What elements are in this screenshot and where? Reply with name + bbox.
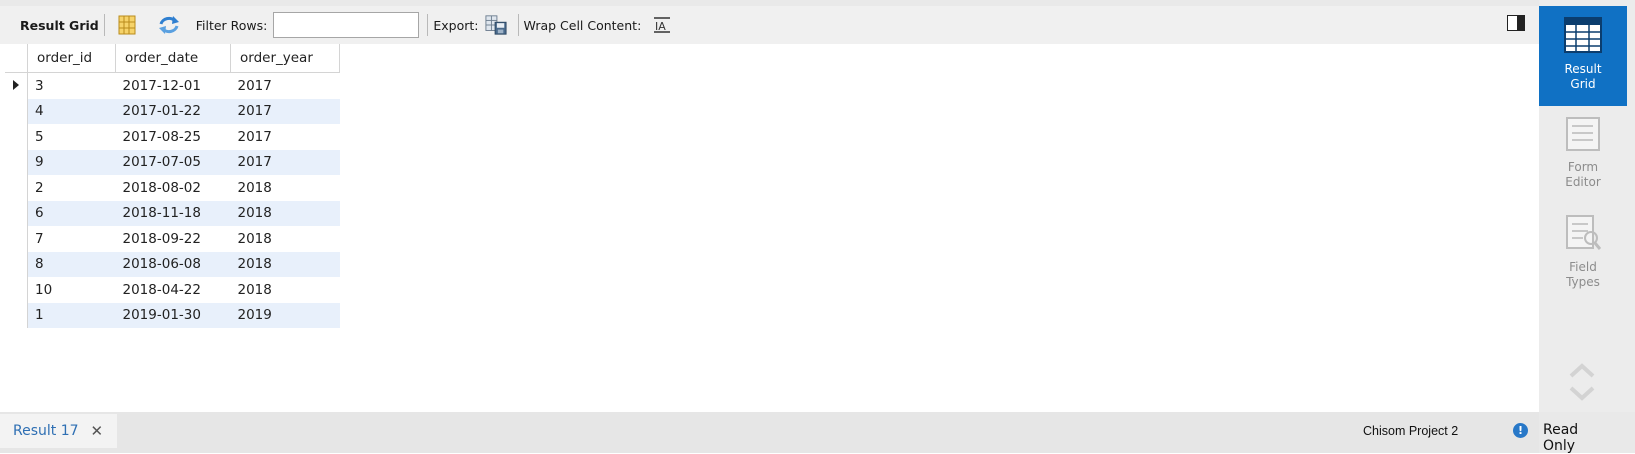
form-editor-side-button[interactable]: Form Editor <box>1539 110 1627 210</box>
table-row[interactable]: 1 2019-01-30 2019 <box>5 302 340 328</box>
result-tab[interactable]: Result 17 ✕ <box>0 414 117 448</box>
cell-order-date[interactable]: 2017-07-05 <box>115 149 231 175</box>
field-types-icon <box>1563 214 1603 256</box>
table-row[interactable]: 5 2017-08-25 2017 <box>5 124 340 150</box>
cell-order-id[interactable]: 6 <box>27 200 116 226</box>
row-marker[interactable] <box>5 277 28 303</box>
row-marker[interactable] <box>5 98 28 124</box>
connection-label: Chisom Project 2 <box>1363 424 1459 438</box>
cell-order-id[interactable]: 10 <box>28 277 116 303</box>
row-header-corner <box>5 44 28 73</box>
cell-order-id[interactable]: 4 <box>27 98 116 124</box>
row-marker[interactable] <box>5 251 28 277</box>
result-toolbar: Result Grid Filter Rows: Export: Wrap Ce… <box>0 6 1539 44</box>
form-editor-icon <box>1563 116 1603 156</box>
cell-order-id[interactable]: 5 <box>28 124 116 150</box>
table-row[interactable]: 7 2018-09-22 2018 <box>5 226 340 252</box>
close-icon[interactable]: ✕ <box>91 422 104 440</box>
cell-order-year[interactable]: 2017 <box>230 98 340 124</box>
table-row[interactable]: 10 2018-04-22 2018 <box>5 277 340 303</box>
result-grid-side-label: Result Grid <box>1564 62 1602 91</box>
cell-order-date[interactable]: 2017-12-01 <box>116 73 231 99</box>
row-marker[interactable] <box>5 175 28 201</box>
cell-order-year[interactable]: 2017 <box>231 73 340 99</box>
cell-order-id[interactable]: 2 <box>28 175 116 201</box>
row-marker[interactable] <box>5 302 28 328</box>
column-header-order-id[interactable]: order_id <box>27 44 116 73</box>
table-row[interactable]: 6 2018-11-18 2018 <box>5 200 340 226</box>
table-row[interactable]: 2 2018-08-02 2018 <box>5 175 340 201</box>
cell-order-year[interactable]: 2018 <box>231 226 340 252</box>
export-label: Export: <box>433 17 479 33</box>
cell-order-date[interactable]: 2018-04-22 <box>116 277 231 303</box>
field-types-side-button[interactable]: Field Types <box>1539 210 1627 310</box>
field-types-side-label: Field Types <box>1566 260 1600 289</box>
column-header-order-year[interactable]: order_year <box>230 44 340 73</box>
cell-order-id[interactable]: 3 <box>28 73 116 99</box>
table-row[interactable]: 9 2017-07-05 2017 <box>5 149 340 175</box>
cell-order-date[interactable]: 2018-08-02 <box>116 175 231 201</box>
cell-order-date[interactable]: 2018-11-18 <box>115 200 231 226</box>
toggle-side-panel-icon[interactable] <box>1507 15 1525 31</box>
toolbar-divider <box>427 14 429 36</box>
result-grid-side-button[interactable]: Result Grid <box>1539 6 1627 106</box>
result-grid-label: Result Grid <box>20 17 99 33</box>
grid-layout-icon[interactable] <box>116 14 138 36</box>
export-icon[interactable] <box>484 14 507 36</box>
row-marker[interactable] <box>5 124 28 150</box>
cell-order-year[interactable]: 2018 <box>231 277 340 303</box>
bottom-tab-bar: Result 17 ✕ Chisom Project 2 ! Read Only <box>0 412 1578 454</box>
wrap-cell-icon[interactable]: IA <box>651 14 673 36</box>
table-row[interactable]: 8 2018-06-08 2018 <box>5 251 340 277</box>
info-icon[interactable]: ! <box>1513 423 1528 438</box>
cell-order-year[interactable]: 2017 <box>231 124 340 150</box>
result-grid-icon <box>1563 16 1603 58</box>
cell-order-year[interactable]: 2019 <box>230 302 340 328</box>
table-row[interactable]: 3 2017-12-01 2017 <box>5 72 340 99</box>
refresh-icon[interactable] <box>158 14 180 36</box>
filter-rows-label: Filter Rows: <box>195 17 268 33</box>
filter-rows-input[interactable] <box>273 12 420 38</box>
cell-order-date[interactable]: 2018-09-22 <box>116 226 231 252</box>
header-row: order_id order_date order_year <box>5 44 340 73</box>
result-table: order_id order_date order_year 3 2017-12-… <box>5 44 340 328</box>
cell-order-year[interactable]: 2018 <box>230 251 340 277</box>
wrap-cell-label: Wrap Cell Content: <box>523 17 642 33</box>
toolbar-divider <box>103 14 105 36</box>
row-marker[interactable] <box>5 72 28 99</box>
current-row-arrow-icon <box>13 79 19 90</box>
table-row[interactable]: 4 2017-01-22 2017 <box>5 98 340 124</box>
cell-order-id[interactable]: 1 <box>27 302 116 328</box>
cell-order-date[interactable]: 2018-06-08 <box>115 251 231 277</box>
read-only-status: Read Only <box>1543 422 1579 454</box>
svg-text:IA: IA <box>655 20 666 33</box>
column-header-order-date[interactable]: order_date <box>115 44 231 73</box>
cell-order-year[interactable]: 2017 <box>230 149 340 175</box>
row-marker[interactable] <box>5 200 28 226</box>
cell-order-id[interactable]: 9 <box>27 149 116 175</box>
cell-order-id[interactable]: 7 <box>28 226 116 252</box>
cell-order-date[interactable]: 2017-01-22 <box>115 98 231 124</box>
form-editor-side-label: Form Editor <box>1565 160 1601 189</box>
cell-order-date[interactable]: 2019-01-30 <box>115 302 231 328</box>
row-marker[interactable] <box>5 149 28 175</box>
cell-order-year[interactable]: 2018 <box>230 200 340 226</box>
cell-order-date[interactable]: 2017-08-25 <box>116 124 231 150</box>
row-marker[interactable] <box>5 226 28 252</box>
cell-order-year[interactable]: 2018 <box>231 175 340 201</box>
toolbar-divider <box>517 14 519 36</box>
cell-order-id[interactable]: 8 <box>27 251 116 277</box>
side-panel: Result Grid Form Editor Field Types <box>1539 0 1635 412</box>
side-scroll-arrows-icon[interactable] <box>1567 360 1597 406</box>
result-grid: order_id order_date order_year 3 2017-12-… <box>0 44 1539 412</box>
result-tab-label: Result 17 <box>13 423 79 439</box>
